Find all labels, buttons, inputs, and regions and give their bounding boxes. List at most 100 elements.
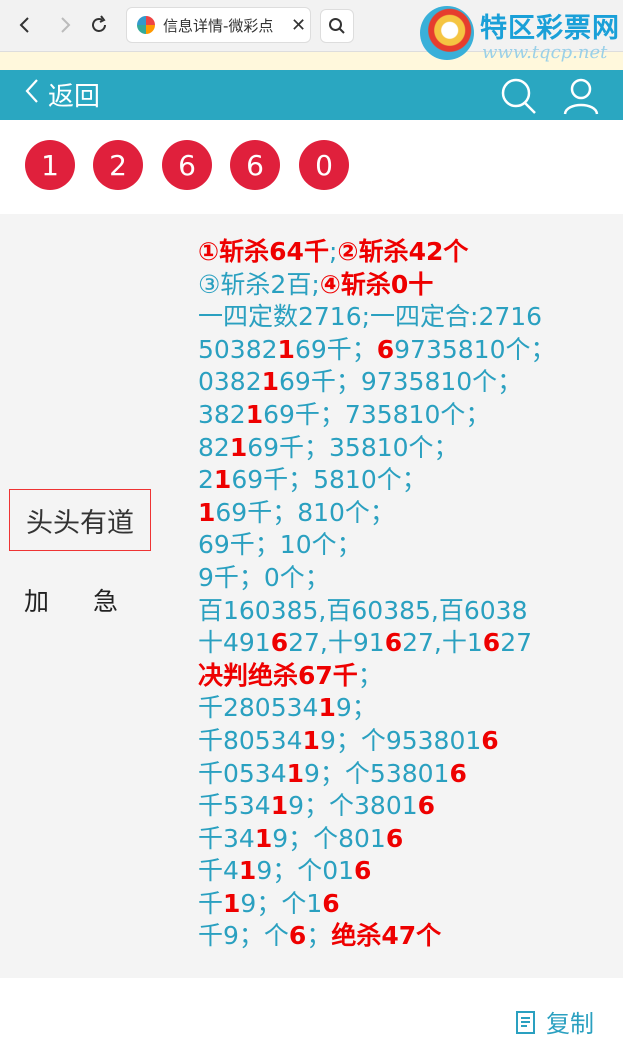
prediction-line: 千053419；个538016 [198, 758, 556, 791]
refresh-icon[interactable] [84, 10, 114, 40]
copy-icon [516, 1010, 535, 1034]
highlight-text: 1 [270, 791, 289, 821]
prediction-line: ③斩杀2百;④斩杀0十 [198, 269, 556, 302]
result-ball: 0 [299, 140, 349, 190]
highlight-text: 6 [322, 888, 340, 918]
watermark-logo-icon [420, 6, 474, 60]
article-content: 头头有道 加急 ①斩杀64千;②斩杀42个 ③斩杀2百;④斩杀0十 一四定数2716… [0, 214, 623, 978]
copy-label: 复制 [546, 1010, 594, 1038]
page-header: 返回 [0, 70, 623, 120]
highlight-text: ④斩杀0十 [319, 269, 434, 299]
prediction-line: 382169千；735810个； [198, 399, 556, 432]
highlight-text: 1 [229, 432, 248, 462]
highlight-text: 6 [449, 758, 467, 788]
browser-search-button[interactable] [320, 9, 354, 43]
highlight-text: 6 [481, 725, 499, 755]
result-balls: 1 2 6 6 0 [0, 120, 623, 214]
highlight-text: ②斩杀42个 [337, 237, 469, 266]
highlight-text: 6 [417, 791, 436, 821]
line-text: 9； [335, 693, 377, 723]
line-text: 9；个953801 [319, 725, 482, 755]
back-arrow-icon[interactable] [10, 10, 40, 40]
line-text: 50382 [198, 334, 278, 364]
line-text: 千4 [198, 856, 239, 886]
forward-arrow-icon[interactable] [50, 10, 80, 40]
line-text: 千34 [198, 823, 255, 853]
back-button[interactable]: 返回 [24, 76, 100, 113]
prediction-line: 千53419；个38016 [198, 790, 556, 823]
line-text: 千 [198, 888, 224, 918]
prediction-line: 千9；个6；绝杀47个 [198, 920, 556, 953]
line-text: ； [357, 660, 383, 690]
line-text: 百160385,百60385,百6038 [198, 595, 528, 625]
prediction-line: 2169千；5810个； [198, 464, 556, 497]
browser-tab[interactable]: 信息详情-微彩点 ✕ [126, 7, 311, 43]
highlight-text: 1 [277, 334, 295, 364]
prediction-line: 一四定数2716;一四定合:2716 [198, 301, 556, 334]
line-text: 9；个3801 [288, 791, 418, 821]
highlight-text: 6 [482, 628, 501, 658]
result-ball: 6 [230, 140, 280, 190]
line-text: 9；个01 [256, 856, 355, 886]
page-footer: 复制 [0, 978, 623, 1038]
line-text: 82 [198, 432, 230, 462]
prediction-line: 50382169千；69735810个； [198, 334, 556, 367]
highlight-text: 1 [238, 856, 257, 886]
highlight-text: ①斩杀64千 [198, 237, 329, 266]
line-text: 27,十91 [288, 628, 385, 658]
highlight-text: 6 [385, 823, 404, 853]
prediction-line: 千28053419； [198, 692, 556, 725]
line-text: 千0534 [198, 758, 287, 788]
prediction-line: 决判绝杀67千； [198, 660, 556, 693]
highlight-text: 6 [384, 628, 403, 658]
back-label: 返回 [48, 82, 101, 112]
line-text: 千9；个 [198, 921, 289, 951]
highlight-text: 6 [354, 856, 372, 886]
line-text: 69千；810个； [215, 497, 395, 527]
line-text: 69千；735810个； [263, 399, 491, 429]
prediction-lines: ①斩杀64千;②斩杀42个 ③斩杀2百;④斩杀0十 一四定数2716;一四定合:27… [198, 236, 556, 953]
prediction-line: 十491627,十91627,十1627 [198, 627, 556, 660]
user-icon[interactable] [561, 76, 601, 116]
result-ball: 6 [162, 140, 212, 190]
line-text: 一四定数2716;一四定合:2716 [198, 302, 543, 332]
line-text: ； [306, 921, 332, 951]
line-text: ③斩杀2百; [198, 269, 320, 299]
prediction-line: 千3419；个8016 [198, 823, 556, 856]
line-text: 69千；10个； [198, 530, 362, 560]
highlight-text: 6 [376, 334, 395, 364]
highlight-text: 1 [198, 497, 216, 527]
prediction-line: 千19；个16 [198, 888, 556, 921]
line-text: 9；个801 [272, 823, 386, 853]
tab-close-icon[interactable]: ✕ [291, 15, 306, 36]
highlight-text: 1 [302, 725, 320, 755]
site-watermark: 特区彩票网 www.tqcp.net [420, 4, 620, 68]
watermark-url: www.tqcp.net [482, 42, 608, 63]
line-text: 9；个53801 [304, 758, 450, 788]
prediction-line: 9千；0个； [198, 562, 556, 595]
copy-button[interactable]: 复制 [514, 1004, 594, 1039]
source-subtitle: 加急 [24, 587, 163, 616]
line-text: 2 [198, 465, 214, 495]
line-text: 27 [500, 628, 532, 658]
result-ball: 2 [93, 140, 143, 190]
prediction-line: ①斩杀64千;②斩杀42个 [198, 236, 556, 269]
highlight-text: 1 [318, 693, 336, 723]
highlight-text: 1 [245, 399, 264, 429]
prediction-line: 69千；10个； [198, 529, 556, 562]
line-text: 千280534 [198, 693, 319, 723]
line-text: 9；个1 [240, 888, 323, 918]
highlight-text: 1 [223, 888, 241, 918]
prediction-line: 千8053419；个9538016 [198, 725, 556, 758]
search-icon[interactable] [498, 76, 538, 116]
site-favicon-icon [137, 16, 155, 34]
prediction-line: 0382169千；9735810个； [198, 366, 556, 399]
line-text: 382 [198, 399, 246, 429]
watermark-name: 特区彩票网 [480, 13, 620, 44]
highlight-text: 1 [254, 823, 273, 853]
highlight-text: 6 [288, 921, 307, 951]
prediction-line: 百160385,百60385,百6038 [198, 595, 556, 628]
line-text: 69千；5810个； [231, 465, 427, 495]
line-text: 千534 [198, 791, 271, 821]
line-text: 69千；35810个； [247, 432, 459, 462]
